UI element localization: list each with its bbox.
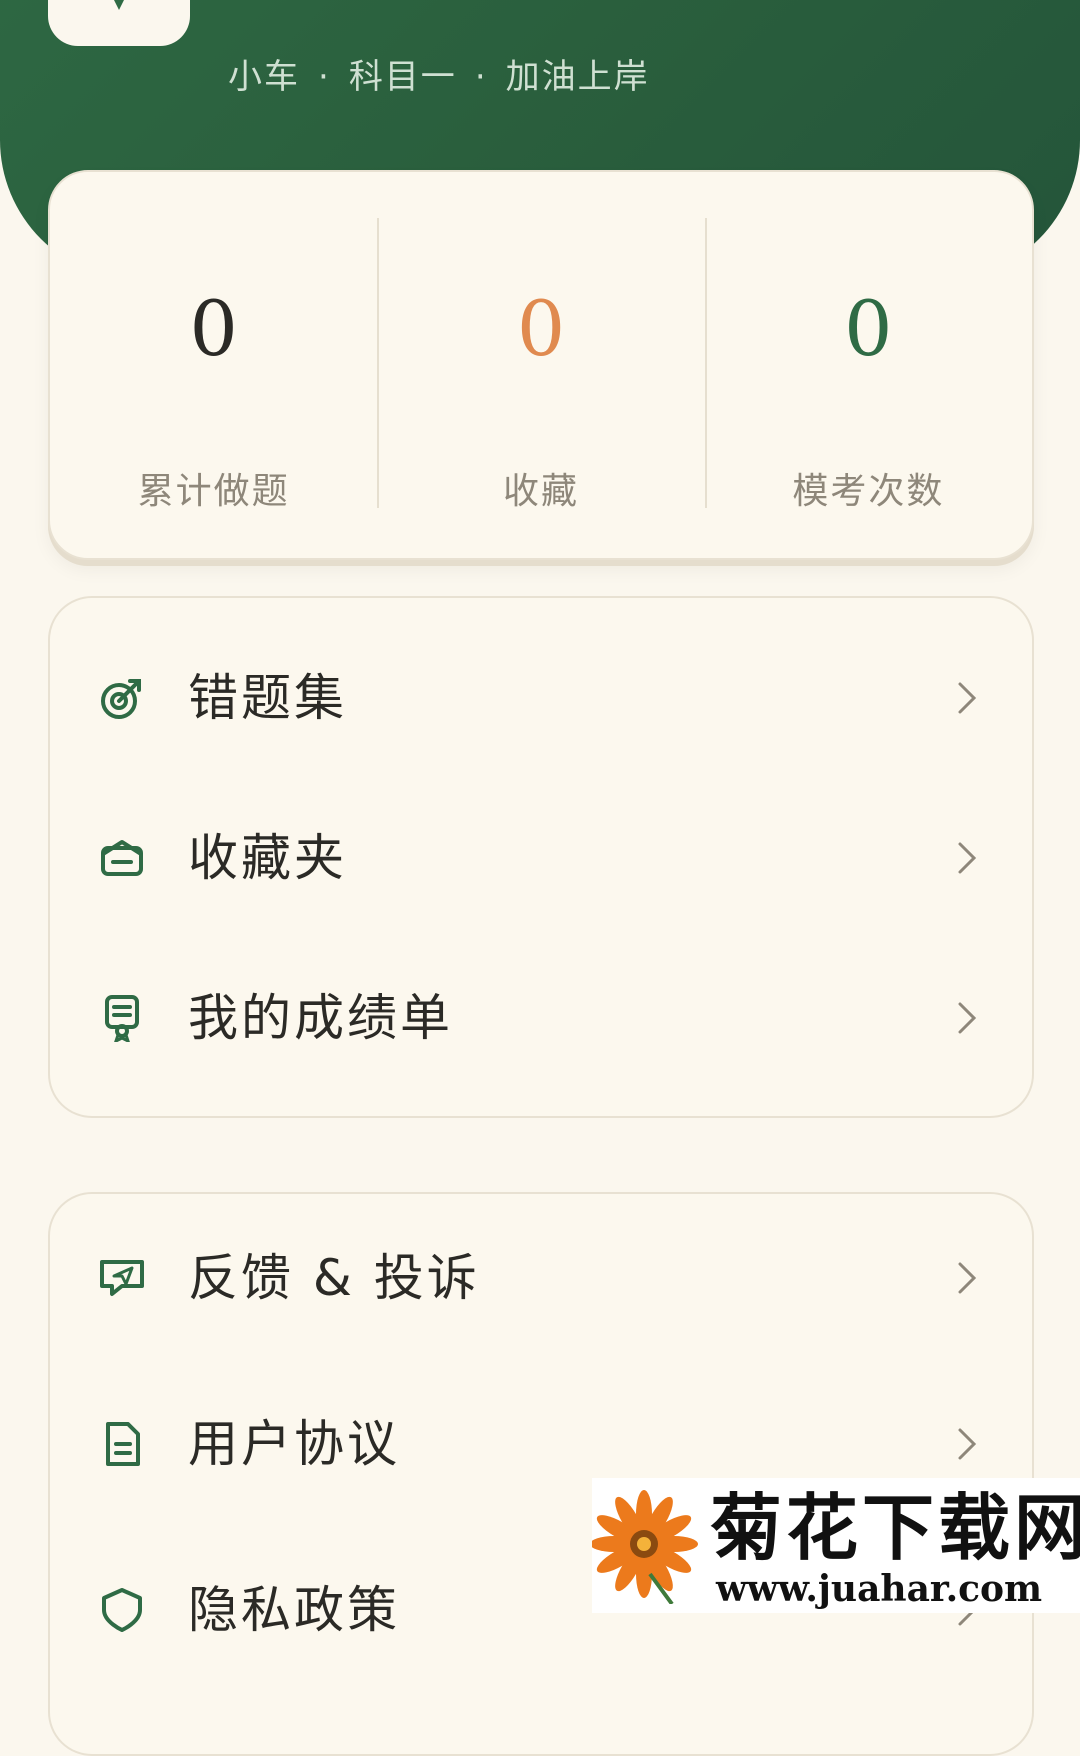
- subtitle-separator: ·: [474, 57, 488, 97]
- stat-value: 0: [189, 284, 238, 373]
- menu-item-label: 隐私政策: [188, 1581, 400, 1639]
- stat-label: 累计做题: [137, 471, 290, 512]
- document-icon: [106, 1422, 140, 1466]
- chevron-right-icon: [958, 682, 977, 714]
- chevron-right-icon: [958, 1262, 977, 1294]
- subtitle-slogan: 加油上岸: [505, 57, 650, 97]
- feedback-icon: [100, 1260, 144, 1296]
- watermark-url: www.juahar.com: [716, 1568, 1043, 1610]
- chevron-right-icon: [958, 1428, 977, 1460]
- shield-icon: [102, 1588, 142, 1632]
- menu-card-secondary: 反馈 & 投诉 用户协议 隐私政策: [48, 1192, 1034, 1756]
- target-icon: [101, 679, 141, 719]
- stat-label: 收藏: [502, 471, 579, 512]
- star-icon: [114, 0, 124, 10]
- stat-value: 0: [844, 284, 893, 373]
- certificate-icon: [105, 995, 139, 1042]
- menu-item-label: 收藏夹: [188, 829, 347, 887]
- menu-item-label: 反馈 & 投诉: [188, 1249, 480, 1307]
- menu-item-favorites-folder[interactable]: 收藏夹: [50, 778, 1032, 938]
- chevron-right-icon: [958, 842, 977, 874]
- stat-label: 模考次数: [792, 471, 945, 512]
- menu-item-label: 错题集: [188, 669, 347, 727]
- menu-item-score-report[interactable]: 我的成绩单: [50, 938, 1032, 1098]
- menu-item-label: 用户协议: [188, 1415, 400, 1473]
- menu-item-label: 我的成绩单: [188, 989, 453, 1047]
- mailbox-icon: [101, 840, 143, 876]
- stat-total-questions[interactable]: 0 累计做题: [50, 172, 377, 558]
- stats-card: 0 累计做题 0 收藏 0 模考次数: [48, 170, 1034, 560]
- menu-card-primary: 错题集 收藏夹 我的成绩单: [48, 596, 1034, 1118]
- flower-logo-icon: [592, 1490, 698, 1604]
- subtitle-vehicle: 小车: [228, 57, 300, 97]
- profile-subtitle: 小车 · 科目一 · 加油上岸: [228, 52, 650, 102]
- menu-item-wrong-questions[interactable]: 错题集: [50, 618, 1032, 778]
- subtitle-subject: 科目一: [348, 57, 457, 97]
- stat-mock-exams[interactable]: 0 模考次数: [704, 172, 1032, 558]
- avatar[interactable]: [48, 0, 190, 46]
- chevron-right-icon: [958, 1002, 977, 1034]
- stat-favorites[interactable]: 0 收藏: [377, 172, 704, 558]
- subtitle-separator: ·: [318, 57, 331, 97]
- watermark-title: 菊花下载网: [710, 1486, 1080, 1570]
- stat-value: 0: [516, 284, 566, 373]
- menu-item-feedback[interactable]: 反馈 & 投诉: [50, 1198, 1032, 1358]
- site-watermark: 菊花下载网 www.juahar.com: [592, 1478, 1080, 1613]
